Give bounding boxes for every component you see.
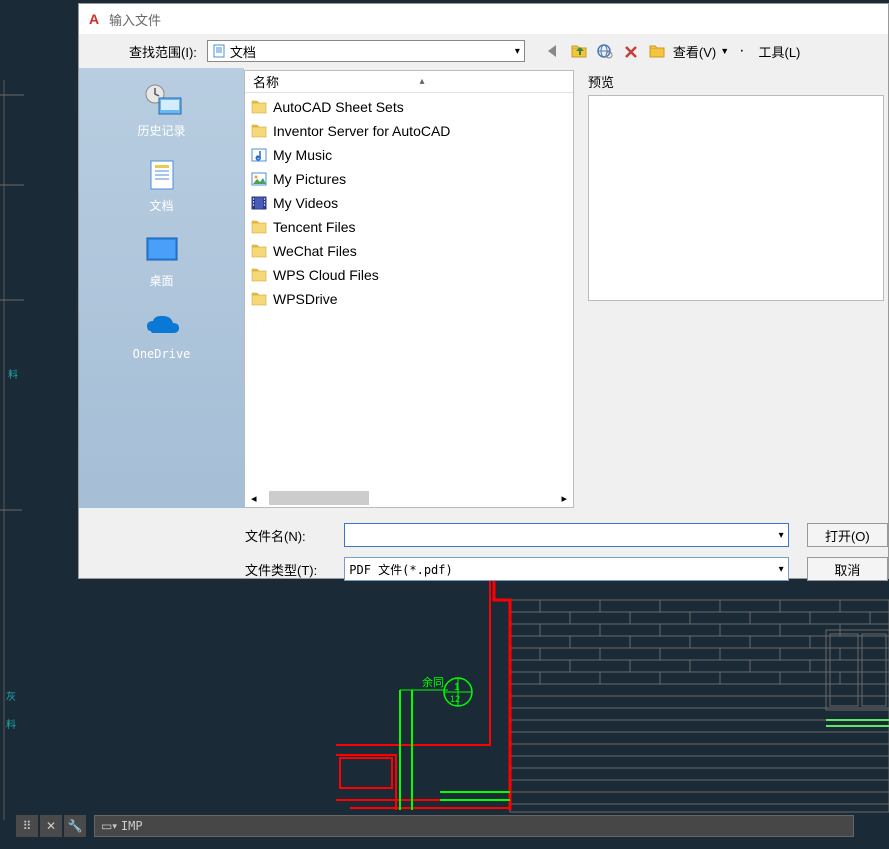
up-folder-icon[interactable]: [569, 41, 589, 61]
pictures-icon: [251, 172, 267, 186]
file-name: WPSDrive: [273, 291, 338, 307]
music-icon: [251, 148, 267, 162]
file-list-item[interactable]: My Pictures: [251, 167, 567, 191]
preview-box: [588, 95, 884, 301]
file-list-item[interactable]: AutoCAD Sheet Sets: [251, 95, 567, 119]
command-text: IMP: [121, 819, 143, 833]
folder-open-icon[interactable]: [647, 41, 667, 61]
bubble-bottom-text: 12: [450, 694, 460, 704]
videos-icon: [251, 196, 267, 210]
folder-icon: [251, 220, 267, 234]
cmd-close-icon[interactable]: ✕: [40, 815, 62, 837]
dialog-toolbar: 查找范围(I): 文档 ▾ 查看(V) ▼ · 工具(L): [79, 34, 888, 68]
preview-label: 预览: [588, 72, 888, 91]
file-name: Tencent Files: [273, 219, 355, 235]
file-name: My Pictures: [273, 171, 346, 187]
document-icon: [212, 44, 226, 58]
chevron-down-icon: ▾: [515, 46, 520, 57]
file-list-item[interactable]: My Music: [251, 143, 567, 167]
file-list-item[interactable]: Tencent Files: [251, 215, 567, 239]
command-input[interactable]: ▭ ▾ IMP: [94, 815, 854, 837]
file-name: My Videos: [273, 195, 338, 211]
folder-icon: [251, 100, 267, 114]
chevron-down-icon: ▾: [112, 821, 117, 832]
cmd-prompt-icon: ▭: [101, 819, 112, 833]
places-history[interactable]: 历史记录: [79, 76, 244, 147]
view-menu-button[interactable]: 查看(V) ▼: [673, 42, 729, 61]
preview-panel: 预览: [574, 68, 888, 508]
file-name: WPS Cloud Files: [273, 267, 379, 283]
cad-annotation: 余同: [422, 675, 444, 689]
places-desktop[interactable]: 桌面: [79, 226, 244, 297]
file-name: WeChat Files: [273, 243, 357, 259]
column-name-header[interactable]: 名称: [253, 72, 279, 91]
history-icon: [141, 82, 183, 118]
cancel-button[interactable]: 取消: [807, 557, 888, 581]
horizontal-scrollbar[interactable]: ◂ ▸: [245, 489, 573, 507]
sort-indicator-icon: ▴: [419, 76, 424, 87]
place-label: 文档: [149, 199, 173, 213]
places-documents[interactable]: 文档: [79, 151, 244, 222]
dialog-titlebar[interactable]: A 输入文件: [79, 4, 888, 34]
file-list-header[interactable]: 名称 ▴: [245, 71, 573, 93]
file-open-dialog: A 输入文件 查找范围(I): 文档 ▾ 查看(V) ▼ · 工具(L) 历史记…: [78, 3, 889, 579]
place-label: 桌面: [149, 274, 173, 288]
svg-text:灰: 灰: [6, 690, 16, 703]
autocad-app-icon: A: [85, 10, 103, 28]
scroll-thumb[interactable]: [269, 491, 369, 505]
folder-icon: [251, 268, 267, 282]
chevron-down-icon: ▾: [779, 564, 784, 575]
file-name: AutoCAD Sheet Sets: [273, 99, 404, 115]
file-list-item[interactable]: My Videos: [251, 191, 567, 215]
desktop-icon: [141, 232, 183, 268]
file-list-item[interactable]: Inventor Server for AutoCAD: [251, 119, 567, 143]
bubble-top-text: 1: [454, 682, 460, 693]
back-icon[interactable]: [543, 41, 563, 61]
search-web-icon[interactable]: [595, 41, 615, 61]
open-button[interactable]: 打开(O): [807, 523, 888, 547]
onedrive-icon: [141, 307, 183, 343]
lookin-dropdown[interactable]: 文档 ▾: [207, 40, 525, 62]
places-bar: 历史记录 文档 桌面 OneDrive: [79, 68, 244, 508]
delete-icon[interactable]: [621, 41, 641, 61]
folder-icon: [251, 292, 267, 306]
file-list-item[interactable]: WPSDrive: [251, 287, 567, 311]
lookin-label: 查找范围(I):: [129, 42, 197, 61]
filetype-combobox[interactable]: PDF 文件(*.pdf) ▾: [344, 557, 788, 581]
svg-text:料: 料: [6, 718, 16, 731]
filename-combobox[interactable]: ▾: [344, 523, 788, 547]
filetype-value: PDF 文件(*.pdf): [349, 561, 452, 578]
tools-menu-button[interactable]: 工具(L): [758, 42, 800, 61]
place-label: 历史记录: [137, 124, 185, 138]
cmd-grip-icon[interactable]: ⠿: [16, 815, 38, 837]
file-list-item[interactable]: WPS Cloud Files: [251, 263, 567, 287]
file-list-item[interactable]: WeChat Files: [251, 239, 567, 263]
scroll-left-icon[interactable]: ◂: [251, 492, 257, 505]
file-list[interactable]: AutoCAD Sheet Sets Inventor Server for Au…: [245, 93, 573, 489]
file-list-panel: 名称 ▴ AutoCAD Sheet Sets Inventor Server f…: [244, 70, 574, 508]
lookin-value: 文档: [230, 42, 256, 61]
svg-text:料: 料: [8, 368, 18, 381]
folder-icon: [251, 124, 267, 138]
documents-icon: [141, 157, 183, 193]
place-label: OneDrive: [133, 347, 191, 361]
command-line-bar: ⠿ ✕ 🔧 ▭ ▾ IMP: [16, 813, 854, 839]
file-name: My Music: [273, 147, 332, 163]
file-name: Inventor Server for AutoCAD: [273, 123, 450, 139]
dialog-title: 输入文件: [109, 10, 161, 29]
filetype-label: 文件类型(T):: [245, 560, 336, 579]
cmd-customize-icon[interactable]: 🔧: [64, 815, 86, 837]
filename-label: 文件名(N):: [245, 526, 336, 545]
scroll-right-icon[interactable]: ▸: [561, 492, 567, 505]
folder-icon: [251, 244, 267, 258]
chevron-down-icon: ▾: [779, 530, 784, 541]
places-onedrive[interactable]: OneDrive: [79, 301, 244, 369]
